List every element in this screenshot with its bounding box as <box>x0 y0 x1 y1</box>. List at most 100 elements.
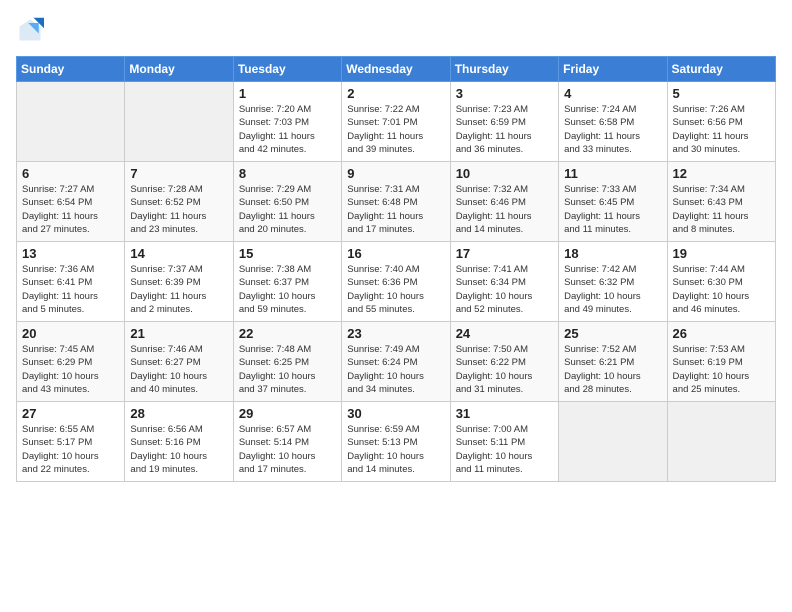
day-info: Sunrise: 7:42 AM Sunset: 6:32 PM Dayligh… <box>564 263 661 316</box>
day-info: Sunrise: 7:37 AM Sunset: 6:39 PM Dayligh… <box>130 263 227 316</box>
table-row: 12 Sunrise: 7:34 AM Sunset: 6:43 PM Dayli… <box>667 162 775 242</box>
day-info: Sunrise: 7:50 AM Sunset: 6:22 PM Dayligh… <box>456 343 553 396</box>
day-number: 29 <box>239 406 336 421</box>
day-number: 14 <box>130 246 227 261</box>
day-info: Sunrise: 7:49 AM Sunset: 6:24 PM Dayligh… <box>347 343 444 396</box>
day-info: Sunrise: 7:46 AM Sunset: 6:27 PM Dayligh… <box>130 343 227 396</box>
day-number: 9 <box>347 166 444 181</box>
day-info: Sunrise: 7:53 AM Sunset: 6:19 PM Dayligh… <box>673 343 770 396</box>
header-thursday: Thursday <box>450 57 558 82</box>
day-info: Sunrise: 7:23 AM Sunset: 6:59 PM Dayligh… <box>456 103 553 156</box>
day-info: Sunrise: 7:26 AM Sunset: 6:56 PM Dayligh… <box>673 103 770 156</box>
table-row: 3 Sunrise: 7:23 AM Sunset: 6:59 PM Daylig… <box>450 82 558 162</box>
table-row: 31Sunrise: 7:00 AM Sunset: 5:11 PM Dayli… <box>450 402 558 482</box>
day-number: 26 <box>673 326 770 341</box>
day-info: Sunrise: 6:59 AM Sunset: 5:13 PM Dayligh… <box>347 423 444 476</box>
calendar-table: SundayMondayTuesdayWednesdayThursdayFrid… <box>16 56 776 482</box>
day-info: Sunrise: 7:32 AM Sunset: 6:46 PM Dayligh… <box>456 183 553 236</box>
table-row: 15 Sunrise: 7:38 AM Sunset: 6:37 PM Dayli… <box>233 242 341 322</box>
table-row: 16 Sunrise: 7:40 AM Sunset: 6:36 PM Dayli… <box>342 242 450 322</box>
calendar-header: SundayMondayTuesdayWednesdayThursdayFrid… <box>17 57 776 82</box>
day-number: 11 <box>564 166 661 181</box>
table-row: 21 Sunrise: 7:46 AM Sunset: 6:27 PM Dayli… <box>125 322 233 402</box>
table-row <box>125 82 233 162</box>
day-info: Sunrise: 7:36 AM Sunset: 6:41 PM Dayligh… <box>22 263 119 316</box>
day-number: 31 <box>456 406 553 421</box>
day-info: Sunrise: 7:33 AM Sunset: 6:45 PM Dayligh… <box>564 183 661 236</box>
day-info: Sunrise: 7:52 AM Sunset: 6:21 PM Dayligh… <box>564 343 661 396</box>
table-row <box>559 402 667 482</box>
header-friday: Friday <box>559 57 667 82</box>
day-number: 27 <box>22 406 119 421</box>
day-info: Sunrise: 7:28 AM Sunset: 6:52 PM Dayligh… <box>130 183 227 236</box>
table-row: 17 Sunrise: 7:41 AM Sunset: 6:34 PM Dayli… <box>450 242 558 322</box>
day-info: Sunrise: 7:44 AM Sunset: 6:30 PM Dayligh… <box>673 263 770 316</box>
day-info: Sunrise: 7:27 AM Sunset: 6:54 PM Dayligh… <box>22 183 119 236</box>
table-row: 13 Sunrise: 7:36 AM Sunset: 6:41 PM Dayli… <box>17 242 125 322</box>
day-number: 25 <box>564 326 661 341</box>
table-row: 5 Sunrise: 7:26 AM Sunset: 6:56 PM Daylig… <box>667 82 775 162</box>
day-number: 13 <box>22 246 119 261</box>
day-number: 20 <box>22 326 119 341</box>
day-info: Sunrise: 7:34 AM Sunset: 6:43 PM Dayligh… <box>673 183 770 236</box>
day-info: Sunrise: 7:48 AM Sunset: 6:25 PM Dayligh… <box>239 343 336 396</box>
day-number: 1 <box>239 86 336 101</box>
week-row-1: 1 Sunrise: 7:20 AM Sunset: 7:03 PM Daylig… <box>17 82 776 162</box>
day-number: 18 <box>564 246 661 261</box>
table-row: 10 Sunrise: 7:32 AM Sunset: 6:46 PM Dayli… <box>450 162 558 242</box>
day-number: 15 <box>239 246 336 261</box>
day-info: Sunrise: 7:41 AM Sunset: 6:34 PM Dayligh… <box>456 263 553 316</box>
table-row: 23 Sunrise: 7:49 AM Sunset: 6:24 PM Dayli… <box>342 322 450 402</box>
table-row: 20 Sunrise: 7:45 AM Sunset: 6:29 PM Dayli… <box>17 322 125 402</box>
table-row: 26 Sunrise: 7:53 AM Sunset: 6:19 PM Dayli… <box>667 322 775 402</box>
day-number: 24 <box>456 326 553 341</box>
day-info: Sunrise: 7:29 AM Sunset: 6:50 PM Dayligh… <box>239 183 336 236</box>
table-row <box>667 402 775 482</box>
header-sunday: Sunday <box>17 57 125 82</box>
week-row-3: 13 Sunrise: 7:36 AM Sunset: 6:41 PM Dayli… <box>17 242 776 322</box>
day-number: 4 <box>564 86 661 101</box>
table-row: 11 Sunrise: 7:33 AM Sunset: 6:45 PM Dayli… <box>559 162 667 242</box>
day-number: 5 <box>673 86 770 101</box>
day-info: Sunrise: 7:31 AM Sunset: 6:48 PM Dayligh… <box>347 183 444 236</box>
day-info: Sunrise: 6:55 AM Sunset: 5:17 PM Dayligh… <box>22 423 119 476</box>
day-info: Sunrise: 7:20 AM Sunset: 7:03 PM Dayligh… <box>239 103 336 156</box>
day-info: Sunrise: 7:24 AM Sunset: 6:58 PM Dayligh… <box>564 103 661 156</box>
day-number: 19 <box>673 246 770 261</box>
day-info: Sunrise: 7:40 AM Sunset: 6:36 PM Dayligh… <box>347 263 444 316</box>
day-info: Sunrise: 7:45 AM Sunset: 6:29 PM Dayligh… <box>22 343 119 396</box>
day-number: 21 <box>130 326 227 341</box>
table-row: 24 Sunrise: 7:50 AM Sunset: 6:22 PM Dayli… <box>450 322 558 402</box>
day-number: 6 <box>22 166 119 181</box>
day-number: 7 <box>130 166 227 181</box>
header-monday: Monday <box>125 57 233 82</box>
header-wednesday: Wednesday <box>342 57 450 82</box>
day-number: 22 <box>239 326 336 341</box>
day-number: 30 <box>347 406 444 421</box>
day-number: 12 <box>673 166 770 181</box>
header-saturday: Saturday <box>667 57 775 82</box>
day-number: 17 <box>456 246 553 261</box>
day-info: Sunrise: 7:38 AM Sunset: 6:37 PM Dayligh… <box>239 263 336 316</box>
day-info: Sunrise: 6:56 AM Sunset: 5:16 PM Dayligh… <box>130 423 227 476</box>
table-row: 22 Sunrise: 7:48 AM Sunset: 6:25 PM Dayli… <box>233 322 341 402</box>
day-number: 16 <box>347 246 444 261</box>
page-header <box>16 16 776 44</box>
logo-icon <box>16 16 44 44</box>
table-row: 8 Sunrise: 7:29 AM Sunset: 6:50 PM Daylig… <box>233 162 341 242</box>
table-row <box>17 82 125 162</box>
table-row: 14 Sunrise: 7:37 AM Sunset: 6:39 PM Dayli… <box>125 242 233 322</box>
day-number: 23 <box>347 326 444 341</box>
week-row-4: 20 Sunrise: 7:45 AM Sunset: 6:29 PM Dayli… <box>17 322 776 402</box>
header-tuesday: Tuesday <box>233 57 341 82</box>
table-row: 1 Sunrise: 7:20 AM Sunset: 7:03 PM Daylig… <box>233 82 341 162</box>
table-row: 28Sunrise: 6:56 AM Sunset: 5:16 PM Dayli… <box>125 402 233 482</box>
table-row: 29Sunrise: 6:57 AM Sunset: 5:14 PM Dayli… <box>233 402 341 482</box>
table-row: 2Sunrise: 7:22 AM Sunset: 7:01 PM Daylig… <box>342 82 450 162</box>
day-number: 10 <box>456 166 553 181</box>
table-row: 25 Sunrise: 7:52 AM Sunset: 6:21 PM Dayli… <box>559 322 667 402</box>
table-row: 27 Sunrise: 6:55 AM Sunset: 5:17 PM Dayli… <box>17 402 125 482</box>
table-row: 9 Sunrise: 7:31 AM Sunset: 6:48 PM Daylig… <box>342 162 450 242</box>
day-number: 8 <box>239 166 336 181</box>
day-number: 3 <box>456 86 553 101</box>
